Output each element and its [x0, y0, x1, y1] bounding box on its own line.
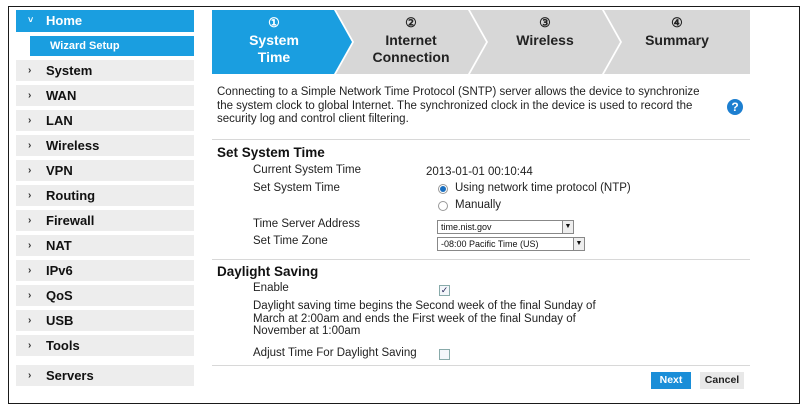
time-zone-select[interactable]: -08:00 Pacific Time (US) ▼	[437, 237, 585, 251]
sidebar-item-firewall[interactable]: › Firewall	[16, 210, 194, 231]
section-title-system-time: Set System Time	[217, 145, 325, 160]
sidebar-item-usb[interactable]: › USB	[16, 310, 194, 331]
step-number: ②	[405, 15, 417, 30]
chevron-right-icon: ›	[28, 140, 32, 151]
chevron-right-icon: ›	[28, 370, 32, 381]
sidebar-item-label: System	[46, 63, 93, 78]
step-label: Internet	[385, 32, 437, 48]
sidebar-item-nat[interactable]: › NAT	[16, 235, 194, 256]
sidebar-item-home[interactable]: ˅ Home	[16, 10, 194, 32]
dst-adjust-label: Adjust Time For Daylight Saving	[253, 347, 417, 359]
sidebar-subitem-wizard-setup[interactable]: Wizard Setup	[30, 36, 194, 56]
sidebar-item-label: VPN	[46, 163, 73, 178]
chevron-right-icon: ›	[28, 165, 32, 176]
sidebar-item-label: Wireless	[46, 138, 100, 153]
step-number: ④	[671, 15, 683, 30]
sidebar-item-system[interactable]: › System	[16, 60, 194, 81]
sidebar-item-servers[interactable]: › Servers	[16, 365, 194, 386]
step-label: Summary	[645, 32, 709, 48]
dst-enable-checkbox[interactable]: ✓	[439, 285, 450, 296]
wizard-step-summary[interactable]: ④ Summary	[604, 10, 750, 74]
chevron-right-icon: ›	[28, 240, 32, 251]
cancel-button[interactable]: Cancel	[700, 372, 744, 389]
dst-enable-label: Enable	[253, 282, 289, 294]
sidebar-item-tools[interactable]: › Tools	[16, 335, 194, 356]
sidebar-item-label: IPv6	[46, 263, 73, 278]
step-label-line2: Time	[257, 49, 291, 65]
step-number: ①	[268, 15, 280, 30]
chevron-right-icon: ›	[28, 340, 32, 351]
dst-description: Daylight saving time begins the Second w…	[253, 300, 596, 337]
time-server-select[interactable]: time.nist.gov ▼	[437, 220, 574, 234]
chevron-right-icon: ›	[28, 215, 32, 226]
sidebar-item-label: USB	[46, 313, 74, 328]
time-server-value: time.nist.gov	[441, 222, 492, 232]
sidebar-item-routing[interactable]: › Routing	[16, 185, 194, 206]
radio-manual[interactable]	[438, 201, 448, 211]
step-label-line2: Connection	[372, 49, 450, 65]
sidebar-item-lan[interactable]: › LAN	[16, 110, 194, 131]
chevron-down-icon: ˅	[28, 15, 34, 25]
dst-adjust-checkbox[interactable]	[439, 349, 450, 360]
set-time-label: Set System Time	[253, 182, 340, 194]
radio-manual-label: Manually	[455, 199, 502, 211]
chevron-right-icon: ›	[28, 290, 32, 301]
radio-ntp-label: Using network time protocol (NTP)	[455, 182, 631, 194]
current-time-value: 2013-01-01 00:10:44	[426, 166, 533, 178]
divider	[212, 259, 750, 260]
intro-text: Connecting to a Simple Network Time Prot…	[217, 86, 700, 125]
sidebar-item-label: Servers	[46, 368, 94, 383]
step-number: ③	[539, 15, 551, 30]
wizard-step-wireless[interactable]: ③ Wireless	[470, 10, 620, 74]
sidebar-item-label: Firewall	[46, 213, 95, 228]
sidebar-item-label: LAN	[46, 113, 73, 128]
section-title-daylight-saving: Daylight Saving	[217, 264, 319, 279]
sidebar-item-vpn[interactable]: › VPN	[16, 160, 194, 181]
sidebar-item-wireless[interactable]: › Wireless	[16, 135, 194, 156]
chevron-right-icon: ›	[28, 265, 32, 276]
dropdown-arrow-icon: ▼	[562, 221, 573, 233]
sidebar-item-label: Home	[46, 13, 83, 28]
chevron-right-icon: ›	[28, 65, 32, 76]
sidebar-item-label: Tools	[46, 338, 80, 353]
chevron-right-icon: ›	[28, 115, 32, 126]
help-icon[interactable]: ?	[727, 99, 743, 115]
wizard-step-internet-connection[interactable]: ② Internet Connection	[336, 10, 486, 74]
time-zone-value: -08:00 Pacific Time (US)	[441, 239, 539, 249]
chevron-right-icon: ›	[28, 90, 32, 101]
radio-ntp[interactable]	[438, 184, 448, 194]
wizard-steps: ① System Time ② Internet Connection ③ Wi…	[212, 10, 750, 74]
sidebar-item-label: WAN	[46, 88, 77, 103]
sidebar: ˅ Home Wizard Setup › System › WAN › LAN…	[16, 10, 194, 390]
sidebar-item-label: NAT	[46, 238, 72, 253]
sidebar-item-ipv6[interactable]: › IPv6	[16, 260, 194, 281]
dropdown-arrow-icon: ▼	[573, 238, 584, 250]
wizard-step-system-time[interactable]: ① System Time	[212, 10, 352, 74]
time-server-label: Time Server Address	[253, 218, 360, 230]
chevron-right-icon: ›	[28, 190, 32, 201]
divider	[212, 139, 750, 140]
sidebar-item-wan[interactable]: › WAN	[16, 85, 194, 106]
step-label: Wireless	[516, 32, 574, 48]
sidebar-item-label: Routing	[46, 188, 96, 203]
step-label: System	[249, 32, 299, 48]
sidebar-item-qos[interactable]: › QoS	[16, 285, 194, 306]
sidebar-item-label: QoS	[46, 288, 73, 303]
next-button[interactable]: Next	[651, 372, 691, 389]
divider	[212, 365, 750, 366]
chevron-right-icon: ›	[28, 315, 32, 326]
current-time-label: Current System Time	[253, 164, 361, 176]
time-zone-label: Set Time Zone	[253, 235, 328, 247]
